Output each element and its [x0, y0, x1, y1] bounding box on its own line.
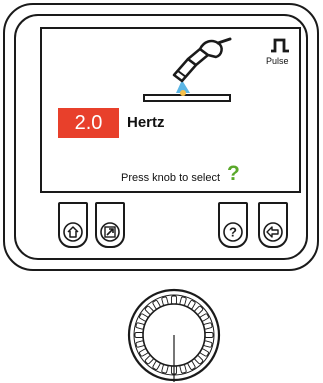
rotary-knob-icon	[127, 288, 221, 382]
mode-label: Pulse	[266, 56, 289, 66]
value-display: 2.0	[58, 108, 119, 138]
unit-label: Hertz	[127, 114, 165, 131]
welding-torch-icon	[143, 37, 232, 102]
help-button[interactable]: ?	[218, 202, 248, 248]
knob-grip-ridge	[134, 332, 144, 338]
help-icon: ?	[223, 222, 243, 242]
shortcut-button[interactable]	[95, 202, 125, 248]
knob-grip-ridge	[171, 295, 177, 305]
external-link-icon	[100, 222, 120, 242]
home-icon	[63, 222, 83, 242]
home-button[interactable]	[58, 202, 88, 248]
back-button[interactable]	[258, 202, 288, 248]
back-arrow-icon	[263, 222, 283, 242]
pulse-waveform-icon	[271, 38, 289, 53]
rotary-knob[interactable]	[126, 287, 222, 383]
svg-text:?: ?	[229, 225, 237, 240]
display-screen: Pulse 2.0 Hertz Press knob to select ?	[40, 27, 301, 193]
help-hint-icon: ?	[227, 162, 240, 185]
knob-grip-ridge	[204, 332, 214, 338]
hint-text: Press knob to select	[121, 172, 221, 184]
